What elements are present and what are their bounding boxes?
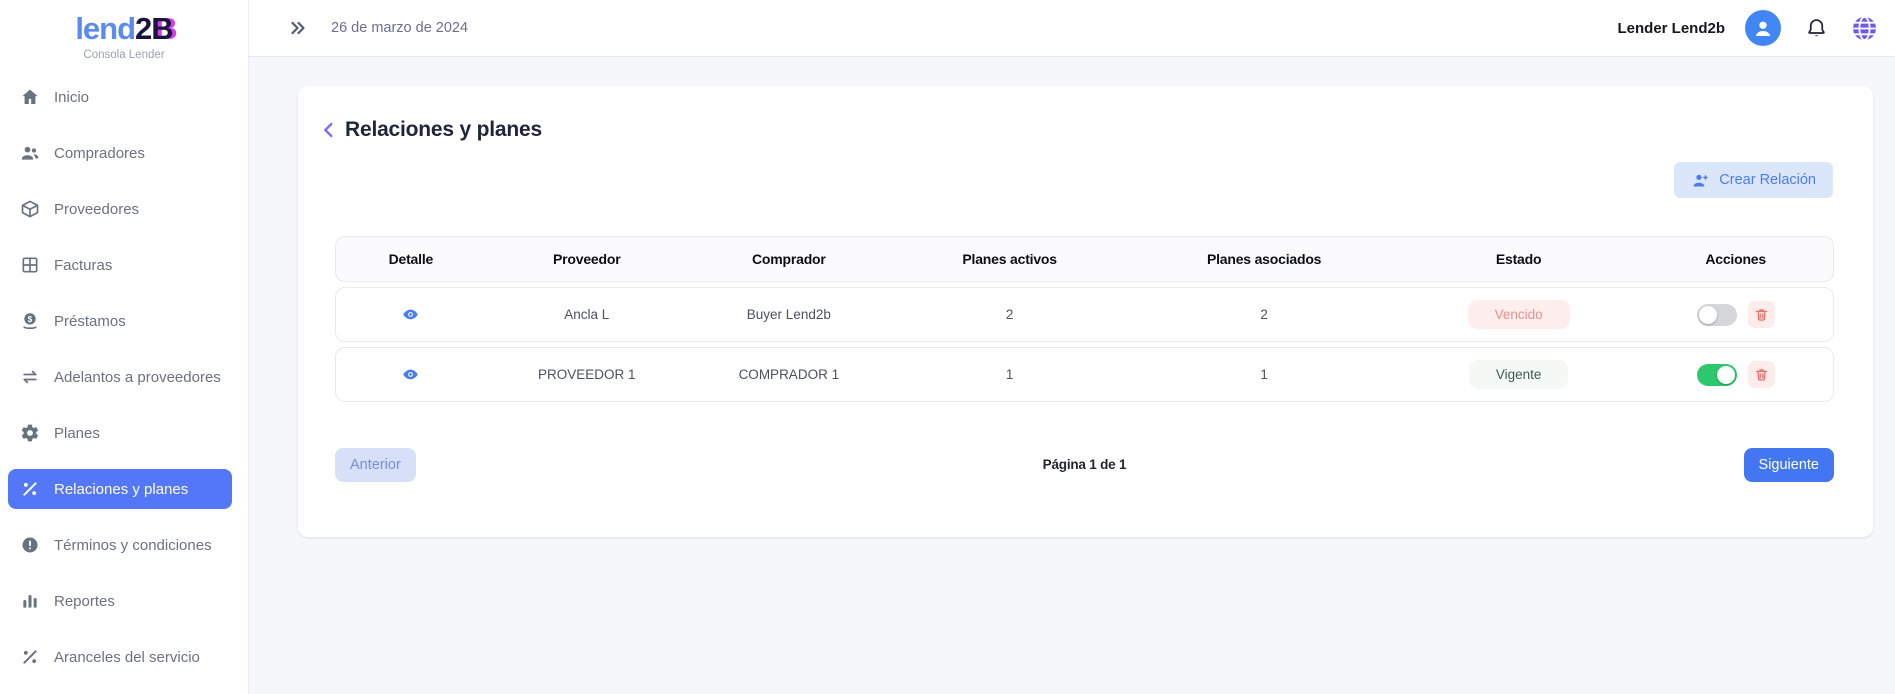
sidebar-item-label: Términos y condiciones — [54, 537, 212, 554]
percent-icon — [20, 647, 40, 667]
col-header-detalle: Detalle — [336, 251, 486, 267]
cell-planes-activos: 2 — [890, 307, 1130, 322]
page-title-row: Relaciones y planes — [298, 116, 1873, 144]
sidebar-item-label: Préstamos — [54, 313, 126, 330]
person-icon — [1751, 16, 1775, 40]
active-toggle[interactable] — [1697, 364, 1737, 386]
sidebar: lend2B Consola Lender Inicio Compradores… — [0, 0, 249, 694]
percent-icon — [20, 479, 40, 499]
sidebar-item-planes[interactable]: Planes — [8, 413, 232, 453]
cell-proveedor: PROVEEDOR 1 — [486, 367, 688, 382]
swap-arrows-icon — [20, 367, 40, 387]
delete-button[interactable] — [1748, 361, 1775, 388]
relations-card: Relaciones y planes Crear Relación Detal… — [298, 86, 1873, 537]
sidebar-item-label: Proveedores — [54, 201, 139, 218]
view-detail-eye-icon[interactable] — [402, 366, 419, 383]
sidebar-item-adelantos[interactable]: Adelantos a proveedores — [8, 357, 232, 397]
create-relation-button[interactable]: Crear Relación — [1674, 162, 1833, 198]
bar-chart-icon — [20, 591, 40, 611]
sidebar-item-label: Planes — [54, 425, 100, 442]
sidebar-item-label: Adelantos a proveedores — [54, 369, 221, 386]
sidebar-item-label: Inicio — [54, 89, 89, 106]
status-badge: Vencido — [1468, 300, 1570, 329]
sidebar-item-compradores[interactable]: Compradores — [8, 133, 232, 173]
main-area: Relaciones y planes Crear Relación Detal… — [249, 57, 1895, 694]
table-row: PROVEEDOR 1 COMPRADOR 1 1 1 Vigente — [335, 347, 1834, 402]
col-header-comprador: Comprador — [688, 251, 890, 267]
sidebar-item-label: Reportes — [54, 593, 115, 610]
sidebar-item-terminos[interactable]: Términos y condiciones — [8, 525, 232, 565]
col-header-proveedor: Proveedor — [486, 251, 688, 267]
sidebar-item-label: Facturas — [54, 257, 112, 274]
col-header-acciones: Acciones — [1638, 251, 1833, 267]
grid-icon — [20, 255, 40, 275]
cell-comprador: COMPRADOR 1 — [688, 367, 890, 382]
table-header-row: Detalle Proveedor Comprador Planes activ… — [335, 236, 1834, 282]
view-detail-eye-icon[interactable] — [402, 306, 419, 323]
status-badge: Vigente — [1469, 360, 1569, 389]
create-relation-label: Crear Relación — [1719, 172, 1816, 188]
console-subtitle: Consola Lender — [0, 49, 248, 61]
cell-proveedor: Ancla L — [486, 307, 688, 322]
person-add-icon — [1691, 171, 1710, 190]
sidebar-item-relaciones-y-planes[interactable]: Relaciones y planes — [8, 469, 232, 509]
pagination: Anterior Página 1 de 1 Siguiente — [335, 447, 1834, 482]
content-column: 26 de marzo de 2024 Lender Lend2b Relaci… — [249, 0, 1895, 694]
svg-text:$: $ — [28, 315, 33, 324]
sidebar-item-label: Relaciones y planes — [54, 481, 188, 498]
col-header-estado: Estado — [1399, 251, 1639, 267]
sidebar-item-label: Aranceles del servicio — [54, 649, 200, 666]
delete-button[interactable] — [1748, 301, 1775, 328]
next-page-button[interactable]: Siguiente — [1744, 448, 1834, 482]
cell-planes-asociados: 2 — [1129, 307, 1398, 322]
page-info: Página 1 de 1 — [1043, 457, 1127, 472]
cell-comprador: Buyer Lend2b — [688, 307, 890, 322]
home-icon — [20, 87, 40, 107]
collapse-sidebar-icon[interactable] — [287, 17, 309, 39]
language-globe-icon[interactable] — [1850, 14, 1879, 43]
cell-planes-asociados: 1 — [1129, 367, 1398, 382]
sidebar-nav: Inicio Compradores Proveedores Facturas … — [0, 77, 248, 677]
trash-icon — [1754, 367, 1769, 382]
table-row: Ancla L Buyer Lend2b 2 2 Vencido — [335, 287, 1834, 342]
sidebar-item-reportes[interactable]: Reportes — [8, 581, 232, 621]
sidebar-item-prestamos[interactable]: $ Préstamos — [8, 301, 232, 341]
sidebar-item-inicio[interactable]: Inicio — [8, 77, 232, 117]
notifications-bell-icon[interactable] — [1805, 17, 1828, 40]
user-avatar[interactable] — [1745, 10, 1781, 46]
cell-planes-activos: 1 — [890, 367, 1130, 382]
active-toggle[interactable] — [1697, 304, 1737, 326]
logo-part-2: 2 — [135, 11, 151, 46]
alert-circle-icon — [20, 535, 40, 555]
app-logo: lend2B Consola Lender — [0, 0, 248, 61]
trash-icon — [1754, 307, 1769, 322]
previous-page-button[interactable]: Anterior — [335, 448, 416, 482]
sidebar-item-facturas[interactable]: Facturas — [8, 245, 232, 285]
toggle-knob — [1717, 366, 1735, 384]
col-header-planes-activos: Planes activos — [890, 251, 1130, 267]
toggle-knob — [1699, 306, 1717, 324]
back-chevron-icon[interactable] — [318, 119, 340, 141]
sidebar-item-aranceles[interactable]: Aranceles del servicio — [8, 637, 232, 677]
logo-part-lend: lend — [75, 11, 135, 46]
create-relation-row: Crear Relación — [298, 162, 1873, 198]
gear-icon — [20, 423, 40, 443]
relations-table: Detalle Proveedor Comprador Planes activ… — [335, 236, 1834, 402]
logo-text: lend2B — [0, 12, 248, 46]
logo-part-b: B — [151, 11, 172, 46]
topbar: 26 de marzo de 2024 Lender Lend2b — [249, 0, 1895, 57]
page-title: Relaciones y planes — [345, 118, 542, 142]
sidebar-item-label: Compradores — [54, 145, 145, 162]
current-date: 26 de marzo de 2024 — [331, 20, 468, 36]
coin-icon: $ — [20, 311, 40, 331]
sidebar-item-proveedores[interactable]: Proveedores — [8, 189, 232, 229]
people-icon — [20, 143, 40, 163]
user-name: Lender Lend2b — [1617, 20, 1725, 37]
col-header-planes-asociados: Planes asociados — [1129, 251, 1398, 267]
cube-icon — [20, 199, 40, 219]
